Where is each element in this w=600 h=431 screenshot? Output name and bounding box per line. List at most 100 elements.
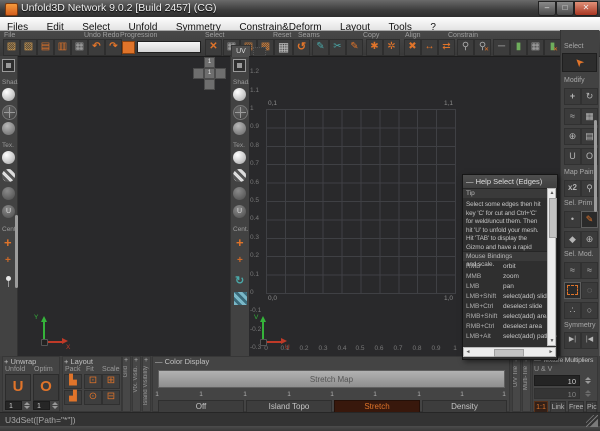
optim-iterations-field[interactable]: 1 (33, 401, 50, 410)
frame-all-icon[interactable] (2, 59, 15, 72)
unfold-iterations-field[interactable]: 1 (5, 401, 22, 410)
color-display-header[interactable]: — Color Display (155, 357, 209, 366)
align-distribute-icon[interactable]: ⇄ (438, 39, 455, 56)
constrain-grid-icon[interactable]: ▦ (527, 39, 544, 56)
collapse-icon[interactable]: — (466, 177, 474, 186)
uv-center-pivot-icon[interactable]: + (236, 236, 244, 249)
undo-icon[interactable]: ↶ (88, 39, 105, 56)
clear-selection-icon[interactable]: ✕ (205, 39, 222, 56)
select-polygon-icon[interactable]: ◆ (564, 231, 581, 248)
uv-texture-checker-sphere-icon[interactable] (233, 169, 246, 182)
seam-brush-icon[interactable]: ✎ (346, 39, 363, 56)
scroll-up-icon[interactable]: ▲ (548, 189, 556, 197)
center-pivot-icon[interactable]: + (4, 236, 12, 249)
vtx-visibility-collapsed-panel[interactable]: +Vtx. Visib. (132, 356, 141, 412)
reset-icon[interactable]: ↺ (293, 39, 310, 56)
close-button[interactable]: ✕ (574, 1, 598, 16)
v-multiplier-field[interactable]: 10 (534, 388, 580, 399)
pack-islands-icon[interactable]: ▙ (64, 374, 82, 389)
select-cursor-button[interactable]: ➤ (562, 53, 597, 72)
x2-multiplier-icon[interactable]: x2 (564, 180, 581, 197)
island-visibility-collapsed-panel[interactable]: +Island Visibility (142, 356, 151, 412)
import-file-icon[interactable]: ▧ (20, 39, 37, 56)
layout-panel-header[interactable]: + Layout (64, 357, 93, 366)
brush-tool-icon[interactable]: ≈ (564, 108, 581, 125)
select-edge-icon[interactable]: ✎ (581, 211, 598, 228)
shading-flat-sphere-icon[interactable] (2, 122, 15, 135)
unwrap-panel-header[interactable]: + Unwrap (4, 357, 36, 366)
seam-cut-icon[interactable]: ✂ (329, 39, 346, 56)
expand-icon[interactable]: + (124, 357, 128, 364)
scroll-right-icon[interactable]: ► (547, 348, 555, 356)
rotate-tool-icon[interactable]: ↻ (581, 88, 598, 105)
copy-uv-icon[interactable]: ✱ (366, 39, 383, 56)
save-file-icon[interactable]: ▤ (37, 39, 54, 56)
maximize-button[interactable]: □ (556, 1, 574, 16)
constrain-vertical-icon[interactable]: ▮ (510, 39, 527, 56)
collapse-icon[interactable]: — (155, 357, 163, 366)
paste-uv-icon[interactable]: ✲ (383, 39, 400, 56)
unfold-button[interactable]: U (5, 374, 31, 401)
loop-select-icon[interactable]: ≈ (564, 262, 581, 279)
uv-texture-uv-sphere-icon[interactable] (233, 187, 246, 200)
uv-center-selection-icon[interactable]: + (237, 256, 243, 266)
scale-down-icon[interactable]: ⊟ (102, 390, 120, 405)
select-grid-icon[interactable]: ▦ (274, 39, 293, 56)
viewport-bookmark-left[interactable] (193, 68, 204, 79)
align-horizontal-icon[interactable]: ↔ (421, 39, 438, 56)
minimize-button[interactable]: – (538, 1, 556, 16)
viewport-bookmark-2[interactable]: 1 (204, 68, 215, 79)
constrain-horizontal-icon[interactable]: ─ (493, 39, 510, 56)
texture-custom-sphere-icon[interactable]: U (2, 205, 15, 218)
expand-icon[interactable]: + (144, 357, 148, 364)
unfold-iterations-stepper[interactable] (23, 401, 30, 410)
v-multiplier-stepper[interactable] (584, 389, 591, 398)
texture-none-sphere-icon[interactable] (2, 151, 15, 164)
texture-checker-sphere-icon[interactable] (2, 169, 15, 182)
resize-grip[interactable] (586, 415, 598, 427)
uv-shading-white-sphere-icon[interactable] (233, 88, 246, 101)
lasso-select-icon[interactable]: ◌ (581, 282, 598, 299)
move-tool-icon[interactable]: + (564, 88, 581, 105)
u-multiplier-field[interactable]: 10 (534, 375, 580, 386)
scroll-left-icon[interactable]: ◄ (464, 348, 472, 356)
u-multiplier-stepper[interactable] (584, 376, 591, 385)
shading-wireframe-sphere-icon[interactable] (2, 105, 17, 120)
uv-texture-custom-sphere-icon[interactable]: U (233, 205, 246, 218)
help-popup-header[interactable]: — Help Select (Edges) (463, 175, 557, 188)
symmetry-mirror-left-icon[interactable]: ▶| (564, 332, 581, 349)
snapshot-icon[interactable]: ▦ (71, 39, 88, 56)
center-selection-icon[interactable]: + (5, 256, 11, 266)
uv-shading-flat-sphere-icon[interactable] (233, 122, 246, 135)
symmetry-mirror-right-icon[interactable]: |◀ (581, 332, 598, 349)
constrain-pin-icon[interactable]: ⚲ (457, 39, 474, 56)
circle-select-icon[interactable]: ○ (581, 302, 598, 319)
vertical-scroll-thumb[interactable] (549, 198, 557, 238)
wrap-sphere-tool-icon[interactable]: ⊕ (564, 128, 581, 145)
fit-selected-icon[interactable]: ⊙ (84, 390, 102, 405)
redo-icon[interactable]: ↷ (105, 39, 122, 56)
ring-select-icon[interactable]: ≈ (581, 262, 598, 279)
title-bar[interactable]: Unfold3D Network 9.0.2 [Build 2457] (CG)… (0, 0, 600, 17)
horizontal-scroll-thumb[interactable] (494, 349, 524, 357)
texture-uv-sphere-icon[interactable] (2, 187, 15, 200)
tab-uv[interactable]: UV (231, 45, 251, 57)
viewport-3d[interactable] (18, 56, 230, 357)
marquee-select-icon[interactable] (564, 282, 581, 299)
pack-selected-icon[interactable]: ▟ (64, 390, 82, 405)
scale-up-icon[interactable]: ⊞ (102, 374, 120, 389)
viewport-bookmark-1[interactable]: 1 (204, 57, 215, 68)
uv-frame-all-icon[interactable] (233, 59, 246, 72)
select-element-icon[interactable]: ⊕ (581, 231, 598, 248)
shading-white-sphere-icon[interactable] (2, 88, 15, 101)
scroll-down-icon[interactable]: ▼ (548, 337, 556, 345)
uv-shading-wireframe-sphere-icon[interactable] (233, 105, 248, 120)
help-horizontal-scrollbar[interactable]: ◄ ► (463, 347, 556, 357)
expand-icon[interactable]: + (64, 357, 68, 366)
uv-checker-grid-icon[interactable] (234, 292, 247, 305)
viewport-bookmark-right[interactable] (215, 68, 226, 79)
select-point-icon[interactable]: • (564, 211, 581, 228)
align-cross-icon[interactable]: ✖ (404, 39, 421, 56)
progression-stop-icon[interactable] (122, 41, 135, 54)
help-vertical-scrollbar[interactable]: ▲ ▼ (547, 188, 556, 346)
